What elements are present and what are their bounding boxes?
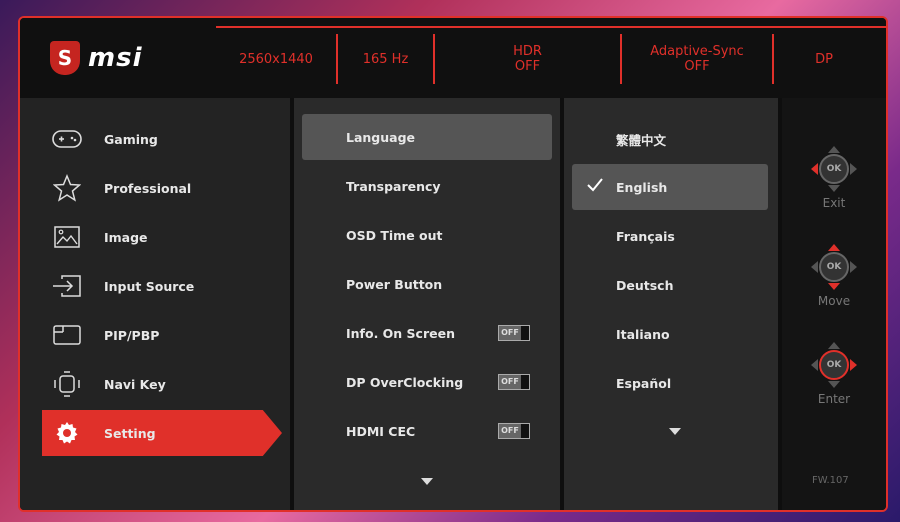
enter-label: Enter — [817, 392, 851, 406]
msi-logo: S msi — [20, 18, 220, 98]
exit-label: Exit — [822, 196, 846, 210]
menu-item-gaming[interactable]: Gaming — [42, 116, 282, 162]
joystick-icon: OK — [811, 244, 857, 290]
language-option-selected[interactable]: English — [572, 164, 768, 210]
submenu-power-button[interactable]: Power Button — [302, 261, 552, 307]
osd-window: S msi 2560x1440 165 Hz HDR OFF Adaptive-S… — [18, 16, 888, 512]
submenu-label: HDMI CEC — [346, 423, 416, 439]
language-option[interactable]: Français — [572, 213, 768, 259]
menu-item-label: PIP/PBP — [104, 327, 160, 343]
menu-item-label: Gaming — [104, 131, 158, 147]
gamepad-icon — [52, 124, 82, 154]
scroll-down-icon[interactable] — [421, 478, 433, 485]
submenu-label: Info. On Screen — [346, 325, 455, 341]
firmware-version: FW.107 — [812, 475, 849, 486]
submenu-dp-overclocking[interactable]: DP OverClocking OFF — [302, 359, 552, 405]
language-label: Deutsch — [616, 277, 674, 293]
menu-item-pip-pbp[interactable]: PIP/PBP — [42, 312, 282, 358]
menu-item-label: Professional — [104, 180, 192, 196]
submenu-label: Transparency — [346, 178, 441, 194]
scroll-down-icon[interactable] — [669, 428, 681, 435]
status-resolution: 2560x1440 — [216, 34, 338, 84]
input-source-icon — [52, 271, 82, 301]
language-list: 繁體中文 English Français Deutsch Italiano E… — [564, 98, 778, 510]
status-adaptive-sync: Adaptive-Sync OFF — [622, 34, 774, 84]
gear-icon — [52, 418, 82, 448]
submenu-label: OSD Time out — [346, 227, 443, 243]
status-hdr: HDR OFF — [435, 34, 622, 84]
logo-text: msi — [88, 43, 143, 73]
language-label: Italiano — [616, 326, 670, 342]
move-button-hint: OK Move — [806, 244, 862, 308]
language-label: 繁體中文 — [616, 132, 667, 148]
submenu-language[interactable]: Language — [302, 114, 552, 160]
joystick-icon: OK — [811, 342, 857, 388]
status-refresh-rate: 165 Hz — [338, 34, 435, 84]
menu-item-navi-key[interactable]: Navi Key — [42, 361, 282, 407]
submenu-label: DP OverClocking — [346, 374, 464, 390]
dp-overclocking-toggle[interactable]: OFF — [498, 374, 530, 390]
info-on-screen-toggle[interactable]: OFF — [498, 325, 530, 341]
submenu-info-on-screen[interactable]: Info. On Screen OFF — [302, 310, 552, 356]
status-input: DP — [815, 51, 833, 67]
language-option[interactable]: Deutsch — [572, 262, 768, 308]
menu-item-label: Input Source — [104, 278, 195, 294]
joystick-icon: OK — [811, 146, 857, 192]
submenu-transparency[interactable]: Transparency — [302, 163, 552, 209]
main-menu: Gaming Professional Image Input Source P… — [20, 98, 290, 510]
language-option[interactable]: Español — [572, 360, 768, 406]
settings-submenu: Language Transparency OSD Time out Power… — [294, 98, 560, 510]
button-guide: OK Exit OK Move OK Enter FW.107 — [782, 98, 886, 510]
menu-item-label: Image — [104, 229, 148, 245]
submenu-label: Power Button — [346, 276, 443, 292]
menu-item-input-source[interactable]: Input Source — [42, 263, 282, 309]
check-icon — [587, 178, 603, 192]
submenu-osd-time-out[interactable]: OSD Time out — [302, 212, 552, 258]
image-icon — [52, 222, 82, 252]
language-label: Français — [616, 228, 675, 244]
msi-dragon-icon: S — [50, 41, 80, 75]
language-label: English — [616, 179, 668, 195]
pip-icon — [52, 320, 82, 350]
status-bar: 2560x1440 165 Hz HDR OFF Adaptive-Sync OFF… — [216, 26, 886, 90]
move-label: Move — [817, 294, 851, 308]
menu-item-label: Navi Key — [104, 376, 166, 392]
menu-item-image[interactable]: Image — [42, 214, 282, 260]
star-icon — [52, 173, 82, 203]
enter-button-hint: OK Enter — [806, 342, 862, 406]
osd-header: S msi 2560x1440 165 Hz HDR OFF Adaptive-S… — [20, 18, 886, 98]
submenu-label: Language — [346, 129, 416, 145]
exit-button-hint: OK Exit — [806, 146, 862, 210]
language-option[interactable]: Italiano — [572, 311, 768, 357]
hdmi-cec-toggle[interactable]: OFF — [498, 423, 530, 439]
menu-item-label: Setting — [104, 425, 156, 441]
language-option[interactable]: 繁體中文 — [572, 116, 768, 162]
submenu-hdmi-cec[interactable]: HDMI CEC OFF — [302, 408, 552, 454]
menu-item-professional[interactable]: Professional — [42, 165, 282, 211]
navi-key-icon — [52, 369, 82, 399]
language-label: Español — [616, 375, 672, 391]
menu-item-setting[interactable]: Setting — [42, 410, 282, 456]
